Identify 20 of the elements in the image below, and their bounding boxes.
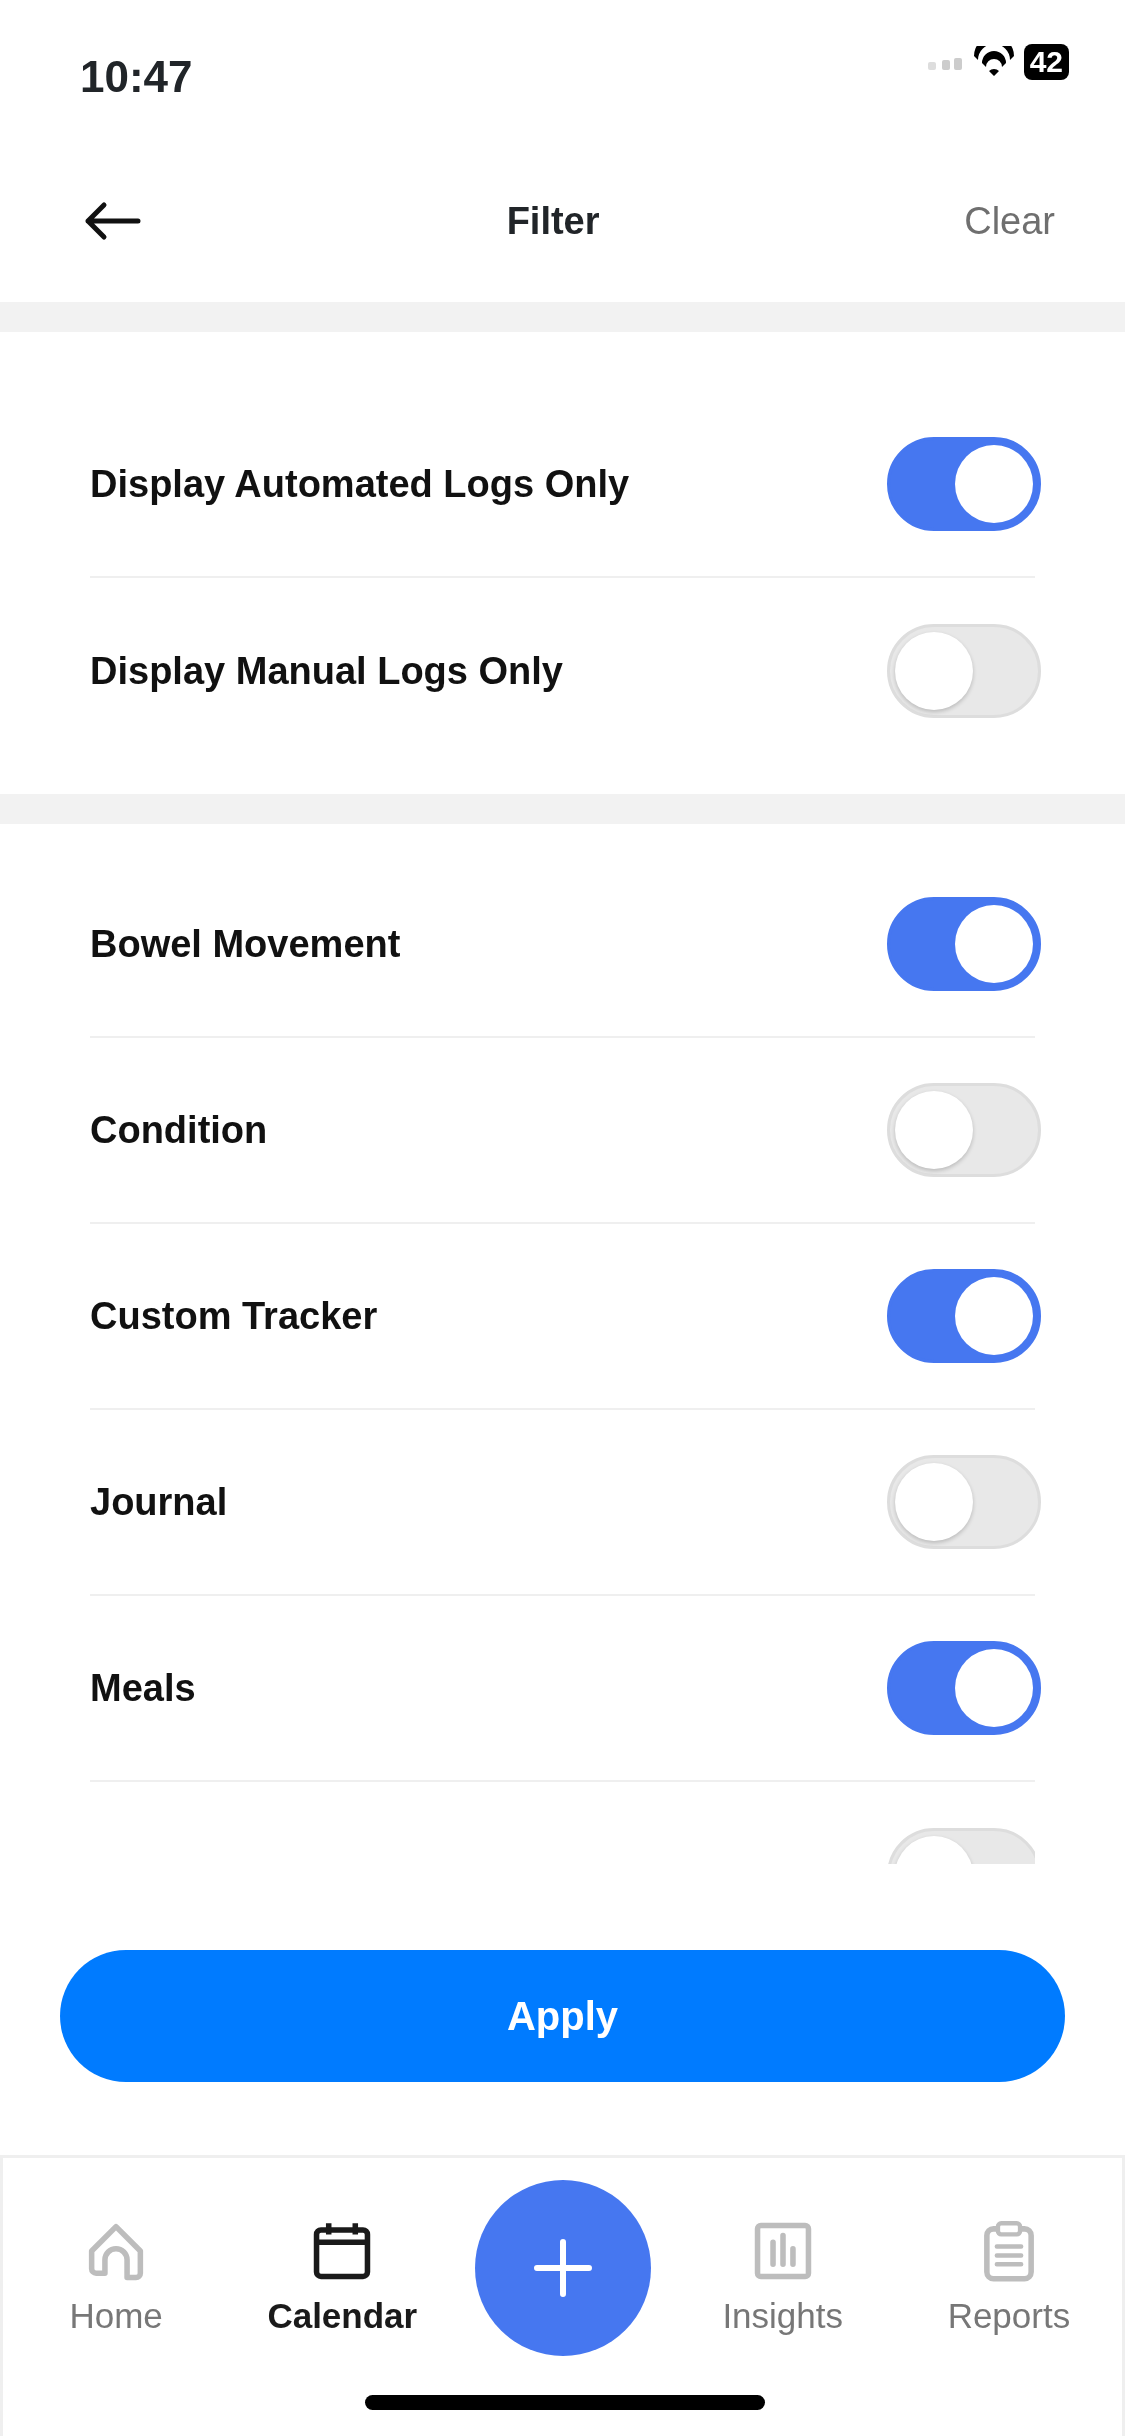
back-arrow-icon — [84, 201, 142, 241]
wifi-icon — [971, 46, 1016, 78]
filter-label: Custom Tracker — [90, 1293, 378, 1339]
tab-item[interactable]: Insights — [669, 2158, 896, 2344]
tab-item[interactable]: Calendar — [229, 2158, 456, 2344]
filter-label: Bowel Movement — [90, 921, 401, 967]
filter-label: Display Automated Logs Only — [90, 461, 630, 507]
filter-label: Journal — [90, 1479, 228, 1525]
apply-button[interactable]: Apply — [60, 1950, 1065, 2082]
filter-label: Display Manual Logs Only — [90, 648, 563, 694]
tab-item[interactable]: Reports — [895, 2158, 1122, 2344]
plus-icon — [532, 2238, 593, 2298]
filter-label: Condition — [90, 1107, 268, 1153]
status-time: 10:47 — [80, 51, 193, 103]
tab-item[interactable]: Home — [3, 2158, 230, 2344]
clear-button[interactable]: Clear — [964, 192, 1055, 250]
filter-label: Meals — [90, 1665, 196, 1711]
battery-indicator: 42 — [1023, 44, 1069, 80]
back-button[interactable] — [84, 201, 142, 241]
page-title: Filter — [506, 198, 600, 244]
